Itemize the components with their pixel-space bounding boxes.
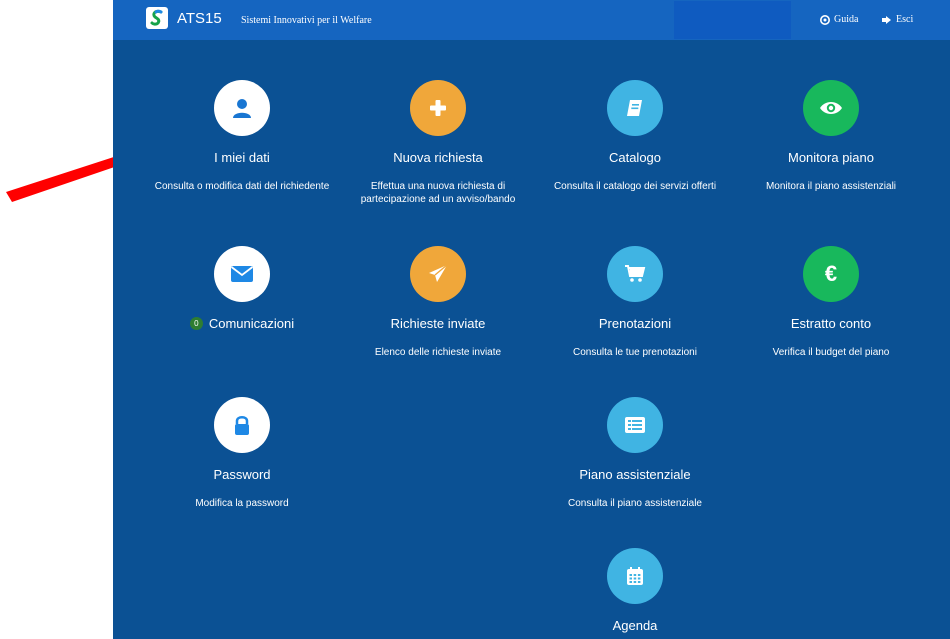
tile-title: Comunicazioni	[208, 316, 295, 331]
tile-i-miei-dati[interactable]: I miei dati Consulta o modifica dati del…	[147, 80, 337, 193]
book-icon	[627, 100, 642, 116]
list-icon	[625, 417, 645, 433]
tile-description: Consulta il catalogo dei servizi offerti	[553, 181, 717, 192]
tile-comunicazioni[interactable]: 0 Comunicazioni	[147, 246, 337, 331]
tile-icon-circle	[607, 246, 663, 302]
tile-title: Password	[213, 467, 271, 482]
unread-count-badge: 0	[189, 317, 203, 331]
tile-icon-circle	[214, 80, 270, 136]
tile-icon-circle	[214, 397, 270, 453]
top-bar-panel	[674, 1, 791, 39]
tile-description: Modifica la password	[195, 498, 289, 509]
tile-title-row: 0 Comunicazioni	[147, 316, 337, 331]
tile-title: Richieste inviate	[390, 316, 486, 331]
user-icon	[233, 99, 251, 118]
tile-estratto-conto[interactable]: € Estratto conto Verifica il budget del …	[736, 246, 926, 359]
calendar-icon	[627, 567, 643, 585]
tile-icon-circle	[803, 80, 859, 136]
app-brand: ATS15	[177, 10, 222, 27]
tile-icon-circle	[410, 246, 466, 302]
app-window: ATS15 Sistemi Innovativi per il Welfare …	[113, 0, 950, 639]
logout-label: Esci	[896, 14, 914, 25]
lock-icon	[235, 416, 249, 435]
tile-agenda[interactable]: Agenda	[540, 548, 730, 633]
tile-richieste-inviate[interactable]: Richieste inviate Elenco delle richieste…	[343, 246, 533, 359]
tile-description: Effettua una nuova richiesta di partecip…	[360, 181, 516, 205]
tile-title: Monitora piano	[788, 150, 874, 165]
cart-icon	[625, 265, 646, 282]
tile-title: Estratto conto	[790, 316, 872, 331]
tile-title: Catalogo	[608, 150, 662, 165]
tile-description: Elenco delle richieste inviate	[374, 347, 502, 358]
tile-description: Consulta il piano assistenziale	[568, 498, 702, 509]
eye-icon	[820, 102, 842, 114]
tile-monitora-piano[interactable]: Monitora piano Monitora il piano assiste…	[736, 80, 926, 193]
tile-icon-circle	[410, 80, 466, 136]
tile-catalogo[interactable]: Catalogo Consulta il catalogo dei serviz…	[540, 80, 730, 193]
help-label: Guida	[834, 14, 859, 25]
euro-icon: €	[824, 261, 838, 286]
help-link[interactable]: Guida	[820, 14, 858, 25]
tile-icon-circle	[214, 246, 270, 302]
tile-piano-assistenziale[interactable]: Piano assistenziale Consulta il piano as…	[540, 397, 730, 510]
help-icon	[820, 14, 830, 25]
plus-icon	[430, 100, 446, 116]
envelope-icon	[230, 266, 254, 282]
paper-plane-icon	[429, 264, 448, 282]
tile-description: Consulta o modifica dati del richiedente	[154, 181, 330, 192]
tile-icon-circle	[607, 397, 663, 453]
tile-prenotazioni[interactable]: Prenotazioni Consulta le tue prenotazion…	[540, 246, 730, 359]
tile-password[interactable]: Password Modifica la password	[147, 397, 337, 510]
tile-title: Nuova richiesta	[393, 150, 483, 165]
tile-title: Agenda	[612, 618, 658, 633]
tile-icon-circle	[607, 548, 663, 604]
tile-description: Verifica il budget del piano	[772, 347, 890, 358]
tile-description: Monitora il piano assistenziali	[765, 181, 897, 192]
logout-icon	[882, 15, 891, 24]
tile-nuova-richiesta[interactable]: Nuova richiesta Effettua una nuova richi…	[343, 80, 533, 206]
top-bar: ATS15 Sistemi Innovativi per il Welfare …	[113, 0, 950, 40]
logout-link[interactable]: Esci	[881, 14, 913, 25]
tile-title: I miei dati	[214, 150, 270, 165]
tile-description: Consulta le tue prenotazioni	[573, 347, 697, 358]
app-tagline: Sistemi Innovativi per il Welfare	[241, 15, 372, 26]
ats-logo	[146, 7, 168, 29]
tile-icon-circle: €	[803, 246, 859, 302]
tile-title: Prenotazioni	[598, 316, 672, 331]
tile-icon-circle	[607, 80, 663, 136]
tile-title: Piano assistenziale	[579, 467, 691, 482]
